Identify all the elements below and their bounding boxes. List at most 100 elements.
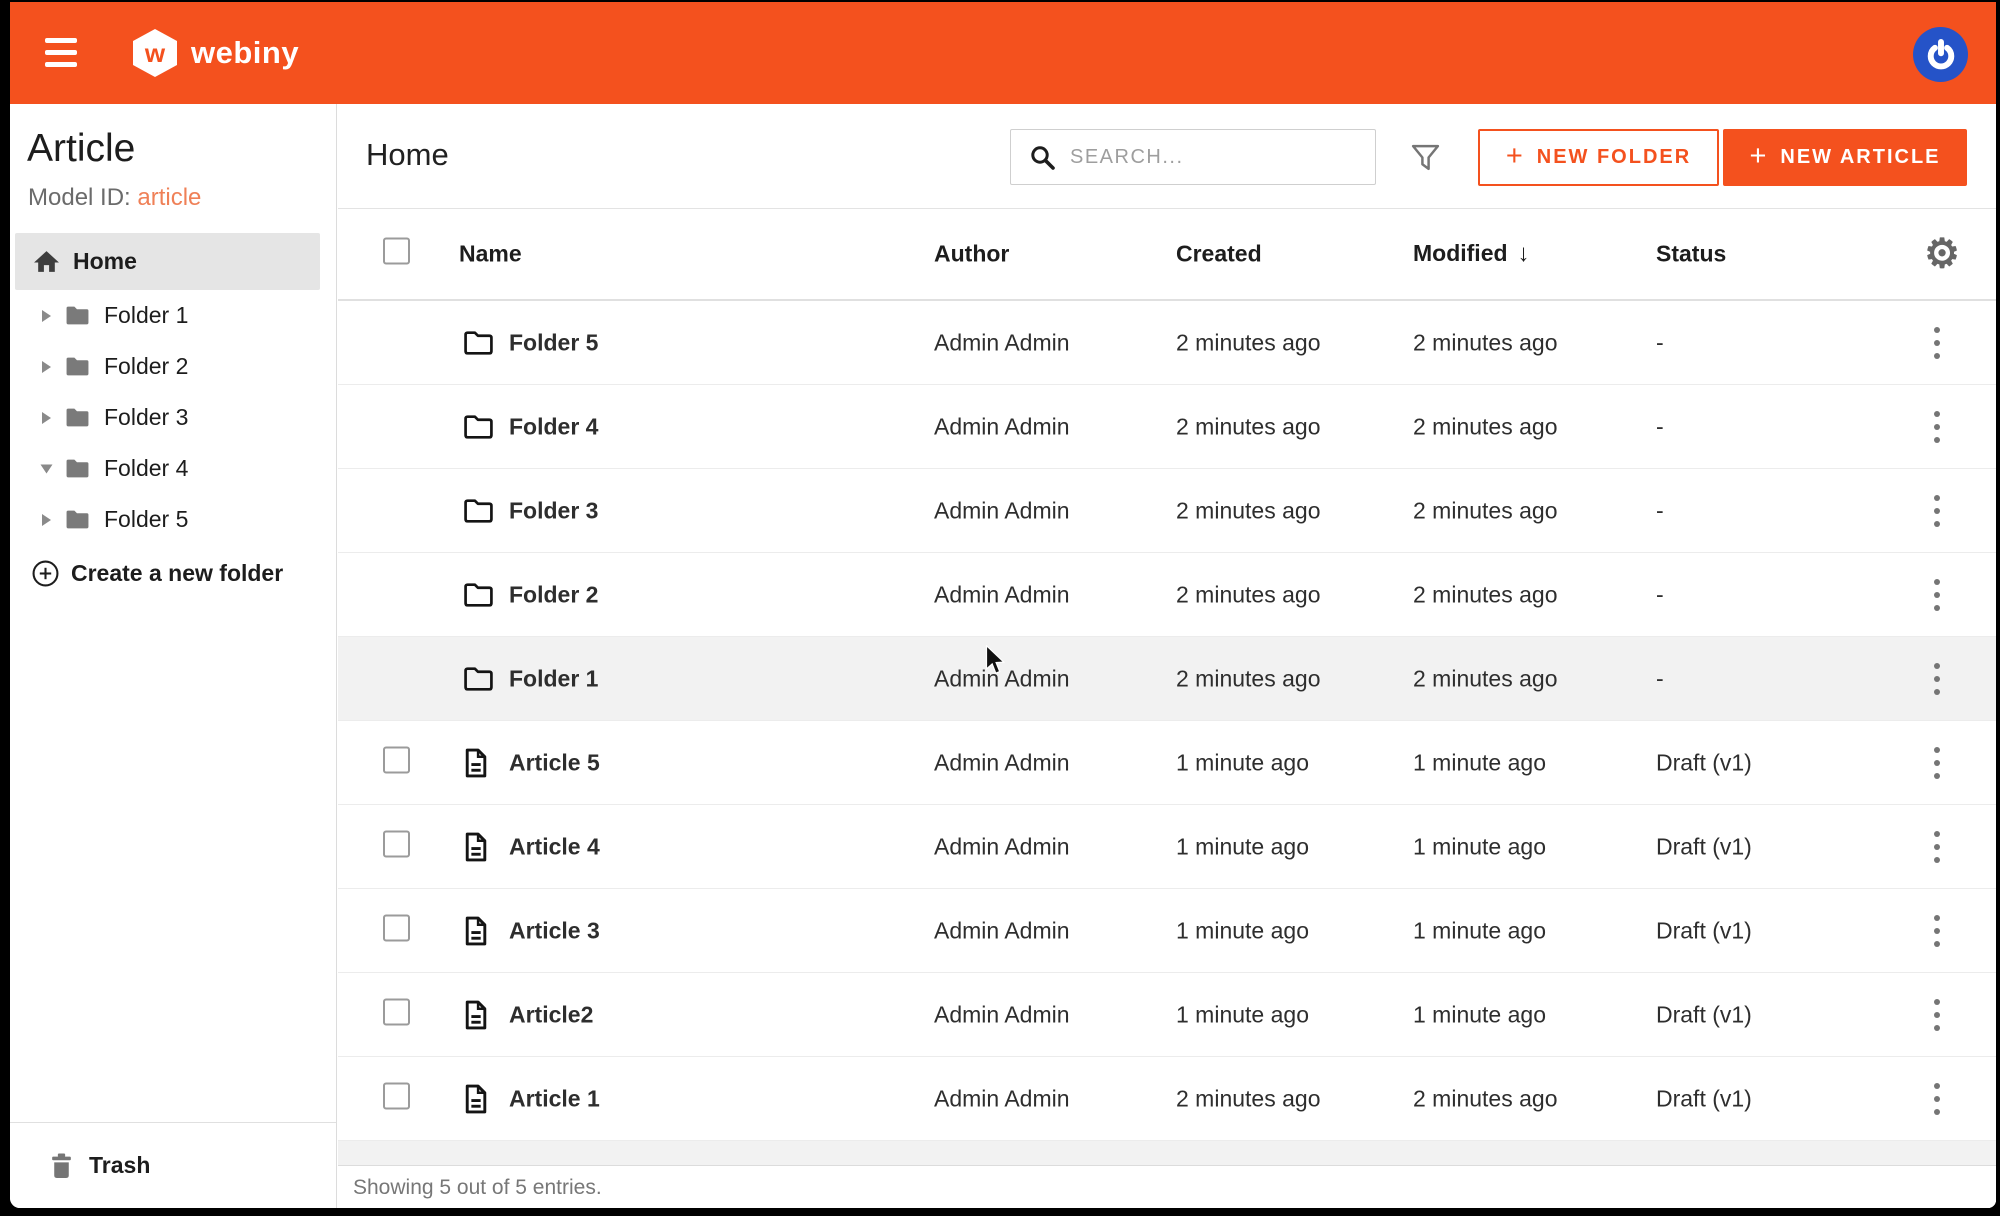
search-input[interactable] <box>1070 146 1375 169</box>
table-row[interactable]: Folder 2 Admin Admin 2 minutes ago 2 min… <box>338 553 1996 637</box>
table-row[interactable]: Article2 Admin Admin 1 minute ago 1 minu… <box>338 973 1996 1057</box>
sidebar-folder-label: Folder 1 <box>104 302 188 329</box>
row-author: Admin Admin <box>934 1085 1070 1112</box>
webiny-logo: w webiny <box>132 28 299 78</box>
sidebar-folder-item[interactable]: Folder 5 <box>10 494 336 545</box>
table-row[interactable]: Folder 4 Admin Admin 2 minutes ago 2 min… <box>338 385 1996 469</box>
sidebar: Article Model ID: article Home Folder 1 … <box>10 104 337 1208</box>
sidebar-folder-label: Folder 2 <box>104 353 188 380</box>
trash-button[interactable]: Trash <box>10 1122 336 1208</box>
row-checkbox[interactable] <box>383 914 410 941</box>
chevron-right-icon[interactable] <box>42 310 51 322</box>
row-actions-kebab-icon[interactable] <box>1926 827 1948 867</box>
folder-icon <box>65 407 90 428</box>
row-created: 2 minutes ago <box>1176 497 1320 524</box>
create-folder-label: Create a new folder <box>71 560 283 587</box>
svg-text:w: w <box>144 38 166 68</box>
row-status: Draft (v1) <box>1656 1001 1752 1028</box>
table-row[interactable]: Article 3 Admin Admin 1 minute ago 1 min… <box>338 889 1996 973</box>
row-checkbox[interactable] <box>383 830 410 857</box>
select-all-checkbox[interactable] <box>383 238 410 265</box>
row-actions-kebab-icon[interactable] <box>1926 911 1948 951</box>
row-actions-kebab-icon[interactable] <box>1926 491 1948 531</box>
chevron-right-icon[interactable] <box>42 412 51 424</box>
new-article-button[interactable]: + NEW ARTICLE <box>1723 129 1967 186</box>
row-name[interactable]: Article 4 <box>509 833 600 860</box>
table-body: Folder 5 Admin Admin 2 minutes ago 2 min… <box>338 301 1996 1141</box>
row-status: - <box>1656 497 1664 524</box>
hamburger-menu-icon[interactable] <box>45 38 77 68</box>
row-name[interactable]: Folder 5 <box>509 329 598 356</box>
row-actions-kebab-icon[interactable] <box>1926 743 1948 783</box>
row-created: 1 minute ago <box>1176 749 1309 776</box>
sidebar-folder-item[interactable]: Folder 1 <box>10 290 336 341</box>
filter-button[interactable] <box>1410 142 1441 178</box>
app-window: w webiny Article Model ID: article Home <box>10 2 1996 1208</box>
page-title: Home <box>366 137 449 173</box>
sidebar-folder-label: Folder 5 <box>104 506 188 533</box>
row-actions-kebab-icon[interactable] <box>1926 323 1948 363</box>
row-name[interactable]: Folder 2 <box>509 581 598 608</box>
sidebar-folder-label: Folder 3 <box>104 404 188 431</box>
row-name[interactable]: Folder 1 <box>509 665 598 692</box>
table-row[interactable]: Article 4 Admin Admin 1 minute ago 1 min… <box>338 805 1996 889</box>
row-author: Admin Admin <box>934 581 1070 608</box>
model-id-value: article <box>137 184 201 211</box>
column-header-author[interactable]: Author <box>934 241 1009 268</box>
table-row[interactable]: Article 1 Admin Admin 2 minutes ago 2 mi… <box>338 1057 1996 1141</box>
column-header-name[interactable]: Name <box>459 241 522 268</box>
row-modified: 1 minute ago <box>1413 833 1546 860</box>
folder-tree: Folder 1 Folder 2 Folder 3 Folder 4 Fold… <box>10 290 336 545</box>
document-icon <box>463 832 488 862</box>
sidebar-folder-item[interactable]: Folder 3 <box>10 392 336 443</box>
row-checkbox[interactable] <box>383 998 410 1025</box>
row-status: Draft (v1) <box>1656 917 1752 944</box>
row-checkbox[interactable] <box>383 746 410 773</box>
row-checkbox[interactable] <box>383 1082 410 1109</box>
content-toolbar: Home + NEW FOLDER + NEW ARTICLE <box>338 104 1996 209</box>
sidebar-home-label: Home <box>73 248 137 275</box>
sidebar-folder-label: Folder 4 <box>104 455 188 482</box>
table-row[interactable]: Article 5 Admin Admin 1 minute ago 1 min… <box>338 721 1996 805</box>
table-row[interactable]: Folder 5 Admin Admin 2 minutes ago 2 min… <box>338 301 1996 385</box>
row-name[interactable]: Folder 3 <box>509 497 598 524</box>
row-actions-kebab-icon[interactable] <box>1926 995 1948 1035</box>
document-icon <box>463 1084 488 1114</box>
row-name[interactable]: Article2 <box>509 1001 593 1028</box>
column-settings-gear-icon[interactable]: ⚙ <box>1924 232 1960 276</box>
sidebar-item-home[interactable]: Home <box>15 233 320 290</box>
row-actions-kebab-icon[interactable] <box>1926 407 1948 447</box>
row-name[interactable]: Article 1 <box>509 1085 600 1112</box>
chevron-right-icon[interactable] <box>42 361 51 373</box>
trash-icon <box>50 1152 73 1179</box>
column-header-modified[interactable]: Modified↓ <box>1413 240 1530 268</box>
power-icon <box>1925 39 1957 71</box>
row-actions-kebab-icon[interactable] <box>1926 1079 1948 1119</box>
column-header-created[interactable]: Created <box>1176 241 1262 268</box>
row-status: Draft (v1) <box>1656 833 1752 860</box>
row-actions-kebab-icon[interactable] <box>1926 659 1948 699</box>
user-avatar[interactable] <box>1913 27 1968 82</box>
row-author: Admin Admin <box>934 497 1070 524</box>
new-folder-button[interactable]: + NEW FOLDER <box>1478 129 1719 186</box>
row-name[interactable]: Folder 4 <box>509 413 598 440</box>
column-header-status[interactable]: Status <box>1656 241 1726 268</box>
model-id-label: Model ID: <box>28 184 131 211</box>
webiny-hexagon-icon: w <box>132 28 178 78</box>
row-status: - <box>1656 581 1664 608</box>
row-actions-kebab-icon[interactable] <box>1926 575 1948 615</box>
row-name[interactable]: Article 3 <box>509 917 600 944</box>
create-folder-button[interactable]: Create a new folder <box>10 548 336 598</box>
table-row[interactable]: Folder 1 Admin Admin 2 minutes ago 2 min… <box>338 637 1996 721</box>
row-created: 2 minutes ago <box>1176 329 1320 356</box>
chevron-right-icon[interactable] <box>42 514 51 526</box>
plus-icon: + <box>1506 140 1523 173</box>
sidebar-folder-item[interactable]: Folder 2 <box>10 341 336 392</box>
circle-plus-icon <box>32 560 59 587</box>
row-name[interactable]: Article 5 <box>509 749 600 776</box>
table-row[interactable]: Folder 3 Admin Admin 2 minutes ago 2 min… <box>338 469 1996 553</box>
sort-descending-icon: ↓ <box>1518 240 1530 267</box>
new-folder-label: NEW FOLDER <box>1537 146 1691 169</box>
sidebar-folder-item[interactable]: Folder 4 <box>10 443 336 494</box>
chevron-down-icon[interactable] <box>41 464 53 473</box>
